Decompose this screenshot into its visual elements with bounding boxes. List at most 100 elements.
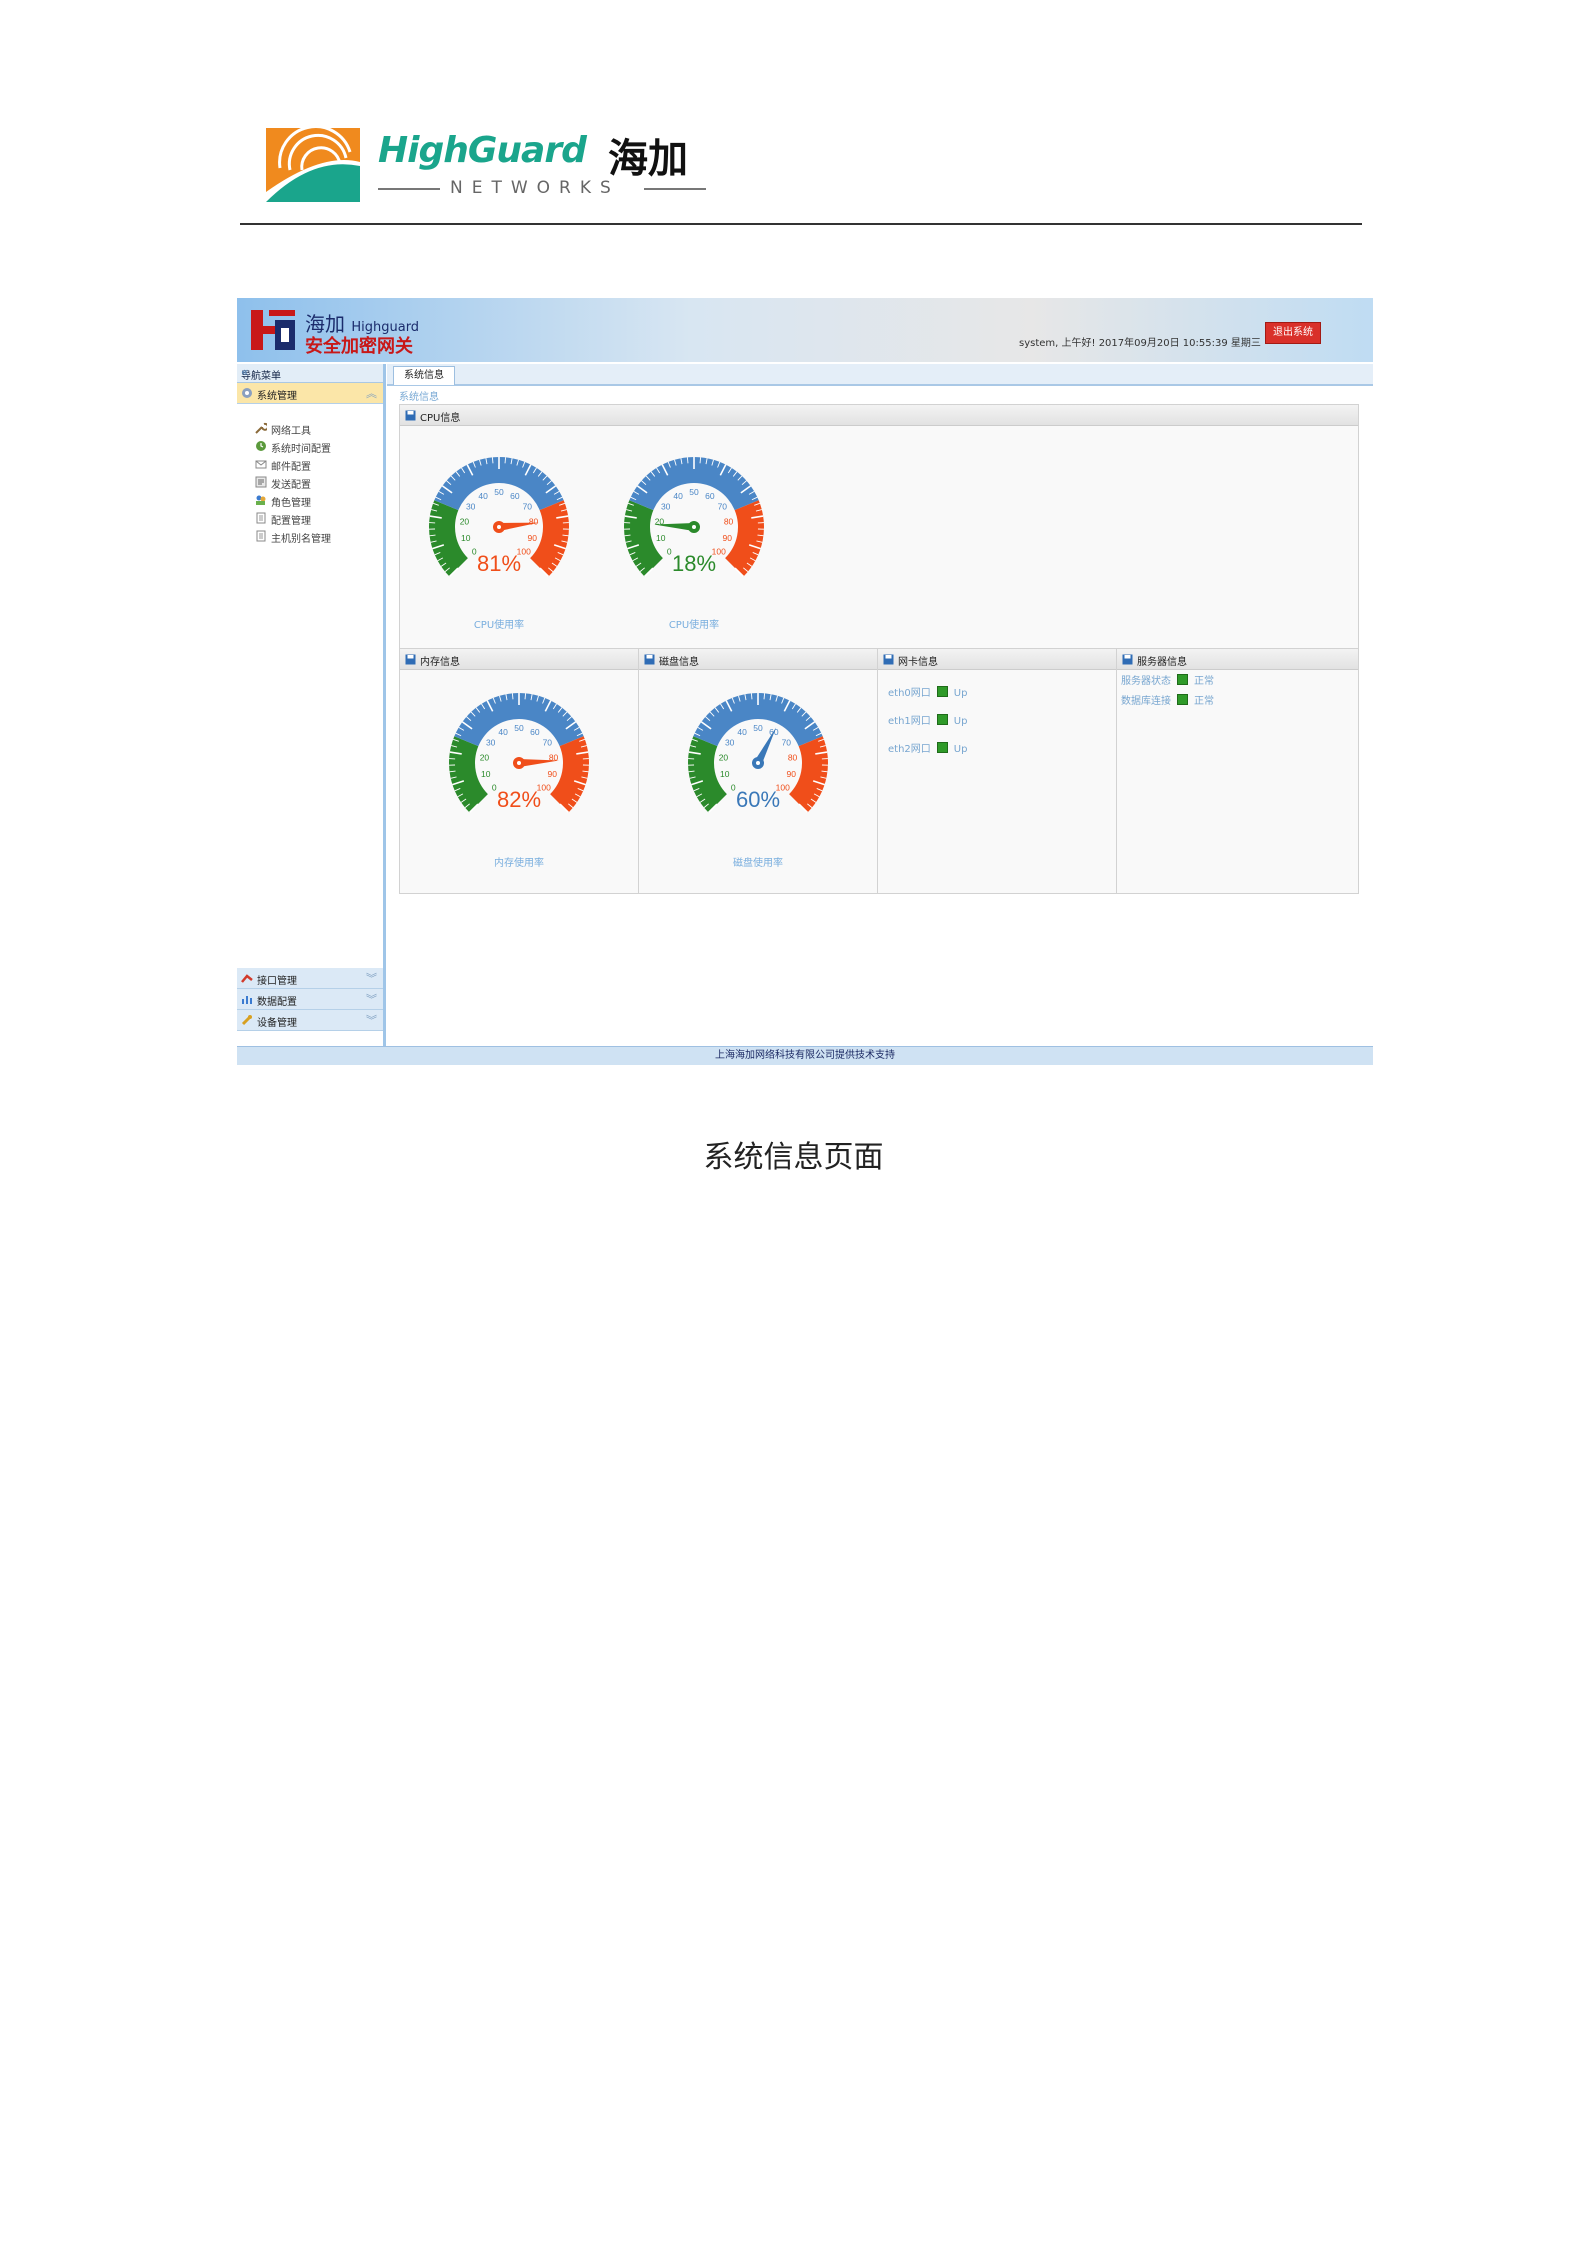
- server-item-status: 正常: [1194, 676, 1214, 687]
- gauge-tick: [750, 693, 753, 700]
- chevron-down-icon: ︾: [366, 1014, 377, 1027]
- cpu-panel: CPU信息 0 10 20 30 40 50 60 70 80 90 100 81% CPU使用率 0…: [399, 404, 1359, 649]
- cpu-gauge-1-caption: CPU使用率: [473, 620, 525, 631]
- gauge-tick-label: 30: [466, 501, 476, 511]
- brand-name-en: HighGuard: [378, 130, 587, 171]
- chevron-down-icon: ︾: [366, 993, 377, 1006]
- nic-status: Up: [953, 688, 968, 699]
- brand-tagline-text: NETWORKS: [450, 178, 620, 198]
- logout-button[interactable]: 退出系统: [1265, 322, 1321, 344]
- server-panel: 服务器信息 服务器状态 正常 数据库连接 正常: [1116, 648, 1359, 894]
- sidebar-group-data[interactable]: 数据配置 ︾: [237, 989, 383, 1010]
- nic-name: eth1网口: [888, 716, 931, 727]
- gauge-tick: [491, 457, 494, 464]
- disk-panel-title: 磁盘信息: [659, 657, 699, 668]
- gauge-tick-label: 20: [719, 753, 729, 763]
- brand-tagline: NETWORKS: [378, 178, 706, 200]
- chevron-down-icon: ︾: [366, 972, 377, 985]
- gauge-value-label: 81%: [477, 551, 521, 576]
- save-icon: [405, 654, 416, 665]
- server-item-name: 服务器状态: [1121, 676, 1171, 687]
- status-led-icon: [936, 714, 948, 725]
- tab-bar: 系统信息: [387, 364, 1373, 386]
- save-icon: [883, 654, 894, 665]
- gauge-hub-center: [756, 761, 760, 765]
- gauge-tick-label: 60: [530, 727, 540, 737]
- gauge-tick-label: 50: [753, 723, 763, 733]
- disk-panel-body: 010203040506070809010060% 磁盘使用率: [639, 670, 877, 893]
- server-item-name: 数据库连接: [1121, 696, 1171, 707]
- sidebar-item-label: 系统时间配置: [271, 444, 331, 455]
- gauge-value-label: 18%: [672, 551, 716, 576]
- sidebar-item-label: 配置管理: [271, 516, 311, 527]
- tab-system-info[interactable]: 系统信息: [393, 366, 455, 385]
- status-led-icon: [936, 686, 948, 697]
- app-subtitle: 安全加密网关: [305, 336, 413, 357]
- document-logo: HighGuard 海加 NETWORKS: [262, 122, 706, 204]
- sidebar-group-device[interactable]: 设备管理 ︾: [237, 1010, 383, 1031]
- main-content: 系统信息 系统信息 CPU信息 0 10 20 30 40 50 60 70 80 90 100 81…: [387, 364, 1373, 1046]
- collapse-sidebar-icon[interactable]: «: [241, 365, 377, 379]
- highguard-logo-icon: [262, 122, 364, 204]
- document-icon: [256, 530, 266, 542]
- sidebar-group-label: 数据配置: [257, 997, 297, 1008]
- memory-gauge: 010203040 50 6070809010082%: [449, 693, 589, 814]
- gauge-tick-label: 30: [725, 737, 735, 747]
- cpu-gauge-2: 010203040 50 6070809010018%: [624, 457, 764, 578]
- send-icon: [255, 476, 267, 488]
- server-panel-body: 服务器状态 正常 数据库连接 正常: [1117, 670, 1358, 893]
- nic-row-eth2: eth2网口 Up: [888, 740, 967, 755]
- disk-gauge: 010203040506070809010060%: [688, 693, 828, 814]
- gauge-tick-label: 10: [461, 533, 471, 543]
- gauge-tick-label: 90: [528, 533, 538, 543]
- gauge-tick-label: 70: [718, 501, 728, 511]
- app-header: 海加 Highguard 安全加密网关 system, 上午好! 2017年09…: [237, 298, 1373, 362]
- gauge-tick-label: 50: [689, 487, 699, 497]
- sidebar-group-system[interactable]: 系统管理 ︽: [237, 383, 383, 404]
- cpu-panel-header: CPU信息: [400, 405, 1358, 426]
- gauge-tick-label: 40: [673, 491, 683, 501]
- gauge-tick-label: 80: [529, 517, 539, 527]
- gauge-tick: [699, 457, 702, 464]
- app-screenshot: 海加 Highguard 安全加密网关 system, 上午好! 2017年09…: [237, 298, 1373, 1066]
- save-icon: [405, 410, 416, 421]
- document-icon: [256, 512, 266, 524]
- nic-name: eth2网口: [888, 744, 931, 755]
- nic-panel-title: 网卡信息: [898, 657, 938, 668]
- gauge-tick: [504, 457, 507, 464]
- nic-status: Up: [953, 744, 968, 755]
- header-divider: [240, 223, 1362, 225]
- footer-text: 上海海加网络科技有限公司提供技术支持: [715, 1050, 895, 1061]
- sidebar: 导航菜单 « 系统管理 ︽ 网络工具 系统时间配置 邮件配置 发送配置 角色管理…: [237, 364, 386, 1046]
- gauge-tick-label: 10: [720, 769, 730, 779]
- nic-panel-body: eth0网口 Up eth1网口 Up eth2网口 Up: [878, 670, 1116, 893]
- brand-name-cn: 海加: [608, 136, 688, 182]
- gauge-tick-label: 70: [782, 737, 792, 747]
- gauge-tick-label: 70: [523, 501, 533, 511]
- gauge-tick-label: 30: [486, 737, 496, 747]
- gauge-tick-label: 10: [656, 533, 666, 543]
- sidebar-item-label: 角色管理: [271, 498, 311, 509]
- gauge-tick-label: 60: [705, 491, 715, 501]
- memory-panel-header: 内存信息: [400, 649, 638, 670]
- gauge-tick-label: 50: [494, 487, 504, 497]
- users-icon: [256, 495, 266, 505]
- gauge-tick-label: 70: [543, 737, 553, 747]
- figure-caption: 系统信息页面: [703, 1140, 884, 1175]
- status-led-icon: [1177, 674, 1188, 685]
- sidebar-item-label: 邮件配置: [271, 462, 311, 473]
- sidebar-group-interface[interactable]: 接口管理 ︾: [237, 968, 383, 989]
- cpu-gauge-2-caption: CPU使用率: [668, 620, 720, 631]
- disk-panel: 磁盘信息 010203040506070809010060% 磁盘使用率: [638, 648, 878, 894]
- gauge-tick-label: 90: [787, 769, 797, 779]
- gauge-tick-label: 20: [460, 517, 470, 527]
- gauge-tick: [524, 693, 527, 700]
- nic-panel: 网卡信息 eth0网口 Up eth1网口 Up eth2网口 Up: [877, 648, 1117, 894]
- nic-row-eth1: eth1网口 Up: [888, 712, 967, 727]
- gauge-tick: [763, 693, 766, 700]
- save-icon: [644, 654, 655, 665]
- sidebar-group-label: 设备管理: [257, 1018, 297, 1029]
- nic-status: Up: [953, 716, 968, 727]
- server-panel-title: 服务器信息: [1137, 657, 1187, 668]
- server-row-status: 服务器状态 正常: [1121, 672, 1214, 687]
